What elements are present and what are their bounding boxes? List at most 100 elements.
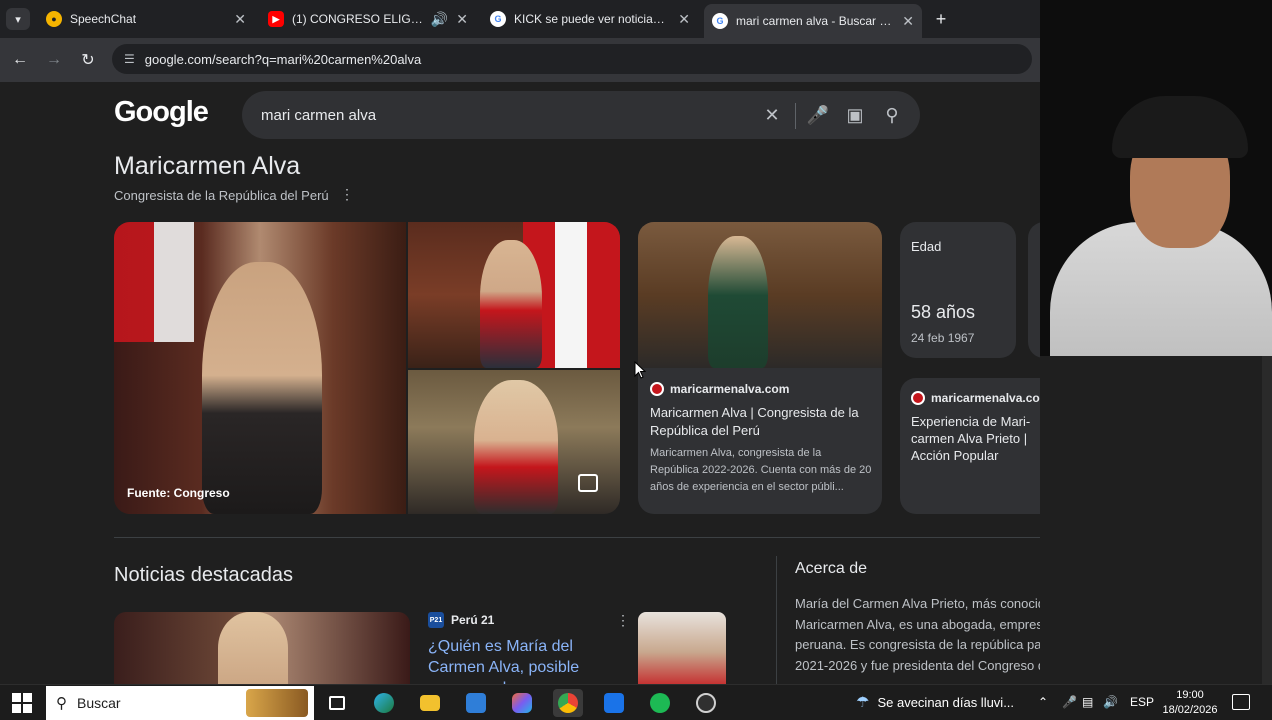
- screen: ▾ ● SpeechChat ✕ ▶ (1) CONGRESO ELIGE AL…: [0, 0, 1272, 720]
- photo-caption: Fuente: Congreso: [127, 486, 230, 500]
- result-thumbnail: [638, 222, 882, 368]
- taskbar-search-input[interactable]: ⚲ Buscar: [46, 686, 314, 720]
- file-explorer-icon[interactable]: [415, 689, 445, 717]
- tab-kick[interactable]: G KICK se puede ver noticias en v ✕: [482, 4, 698, 34]
- close-icon[interactable]: ✕: [902, 13, 914, 30]
- tab-google-search[interactable]: G mari carmen alva - Buscar con G ✕: [704, 4, 922, 38]
- new-tab-button[interactable]: +: [930, 8, 952, 30]
- language-indicator[interactable]: ESP: [1130, 695, 1154, 709]
- volume-icon[interactable]: 🔊: [1103, 695, 1118, 709]
- browser-toolbar: ← → ↻ ☰ google.com/search?q=mari%20carme…: [0, 38, 1040, 82]
- rain-cloud-icon: ☂: [856, 694, 870, 711]
- tab-speechchat[interactable]: ● SpeechChat ✕: [38, 4, 254, 34]
- tab-label: SpeechChat: [70, 12, 137, 26]
- chrome-icon[interactable]: [553, 689, 583, 717]
- age-card[interactable]: Edad 58 años 24 feb 1967: [900, 222, 1016, 358]
- speaker-icon[interactable]: 🔊: [431, 11, 448, 28]
- result-card-experience[interactable]: maricarmenalva.com Experiencia de Mari-c…: [900, 378, 1040, 514]
- network-icon[interactable]: ▤: [1082, 695, 1093, 709]
- address-bar[interactable]: ☰ google.com/search?q=mari%20carmen%20al…: [112, 44, 1032, 74]
- tab-label: KICK se puede ver noticias en v: [514, 12, 671, 26]
- search-results-page: Google mari carmen alva ✕ 🎤 ▣ ⚲ Maricarm…: [0, 82, 1040, 684]
- news-title[interactable]: ¿Quién es María del Carmen Alva, posible…: [428, 636, 632, 684]
- person-image: [218, 612, 288, 684]
- source-label: maricarmenalva.com: [670, 382, 790, 396]
- weather-widget[interactable]: ☂ Se avecinan días lluvi...: [856, 693, 1014, 711]
- tab-search-button[interactable]: ▾: [6, 8, 30, 30]
- person-image: [202, 262, 322, 514]
- peru21-icon: P21: [428, 612, 444, 628]
- google-icon: G: [712, 13, 728, 29]
- system-clock[interactable]: 19:00 18/02/2026: [1158, 688, 1222, 718]
- search-icon[interactable]: ⚲: [880, 103, 904, 127]
- tab-label: (1) CONGRESO ELIGE AL NU: [292, 12, 425, 26]
- store-icon[interactable]: [461, 689, 491, 717]
- reload-button[interactable]: ↻: [76, 48, 100, 72]
- lens-icon[interactable]: ▣: [843, 103, 867, 127]
- result-source: maricarmenalva.com: [911, 391, 1040, 405]
- clock-date: 18/02/2026: [1162, 704, 1218, 716]
- mouse-cursor-icon: [634, 361, 646, 379]
- tab-label: mari carmen alva - Buscar con G: [736, 14, 895, 28]
- edge-icon[interactable]: [369, 689, 399, 717]
- webcam-overlay: [1040, 0, 1272, 356]
- site-settings-icon[interactable]: ☰: [124, 52, 135, 66]
- url-text: google.com/search?q=mari%20carmen%20alva: [144, 51, 422, 67]
- clear-icon[interactable]: ✕: [760, 103, 784, 127]
- site-favicon-icon: [650, 382, 664, 396]
- close-icon[interactable]: ✕: [456, 11, 468, 28]
- scrollbar[interactable]: [1262, 356, 1272, 684]
- back-button[interactable]: ←: [8, 48, 32, 72]
- microphone-icon[interactable]: 🎤: [806, 103, 830, 127]
- next-card-edge[interactable]: [1028, 222, 1040, 358]
- notification-icon[interactable]: [1232, 694, 1250, 710]
- show-hidden-icons-icon[interactable]: ⌃: [1038, 695, 1048, 709]
- person-image: [480, 240, 542, 368]
- search-input[interactable]: mari carmen alva ✕ 🎤 ▣ ⚲: [242, 91, 920, 139]
- obs-icon[interactable]: [691, 689, 721, 717]
- more-options-icon[interactable]: ⋮: [616, 612, 630, 629]
- result-title[interactable]: Experiencia de Mari-carmen Alva Prieto |…: [911, 413, 1040, 464]
- news-source-label: Perú 21: [451, 613, 495, 627]
- search-icon: ⚲: [56, 695, 67, 712]
- taskbar-search-placeholder: Buscar: [77, 695, 121, 711]
- copilot-icon[interactable]: [507, 689, 537, 717]
- windows-taskbar: ⚲ Buscar ☂ Se avecinan días lluvi... ⌃ 🎤…: [0, 684, 1272, 720]
- close-icon[interactable]: ✕: [678, 11, 690, 28]
- forward-button[interactable]: →: [42, 48, 66, 72]
- spotify-icon[interactable]: [645, 689, 675, 717]
- news-image[interactable]: [114, 612, 410, 684]
- tab-youtube[interactable]: ▶ (1) CONGRESO ELIGE AL NU 🔊 ✕: [260, 4, 476, 34]
- close-icon[interactable]: ✕: [234, 11, 246, 28]
- column-divider: [776, 556, 777, 684]
- more-options-icon[interactable]: ⋮: [340, 186, 354, 203]
- search-query: mari carmen alva: [261, 106, 377, 124]
- news-thumbnail[interactable]: [638, 612, 726, 684]
- person-image: [708, 236, 768, 368]
- search-highlight-image: [246, 689, 308, 717]
- weather-text: Se avecinan días lluvi...: [877, 694, 1015, 710]
- youtube-icon: ▶: [268, 11, 284, 27]
- news-heading: Noticias destacadas: [114, 564, 293, 586]
- speechchat-icon: ●: [46, 11, 62, 27]
- clock-time: 19:00: [1176, 689, 1204, 701]
- outlook-icon[interactable]: [599, 689, 629, 717]
- knowledge-panel-subtitle: Congresista de la República del Perú: [114, 188, 329, 203]
- news-source: P21 Perú 21: [428, 612, 494, 628]
- photo-podium[interactable]: [408, 222, 620, 368]
- birth-date: 24 feb 1967: [911, 331, 975, 345]
- image-gallery-icon[interactable]: [578, 474, 598, 492]
- result-title[interactable]: Maricarmen Alva | Congresista de la Repú…: [650, 404, 872, 440]
- main-photo[interactable]: [114, 222, 406, 514]
- result-card-website[interactable]: maricarmenalva.com Maricarmen Alva | Con…: [638, 222, 882, 514]
- flag-image: [114, 222, 194, 342]
- task-view-button[interactable]: [322, 689, 352, 717]
- photo-portrait[interactable]: [408, 370, 620, 514]
- divider: [795, 103, 796, 129]
- google-logo[interactable]: Google: [114, 96, 209, 129]
- windows-start-icon[interactable]: [12, 693, 32, 713]
- result-source: maricarmenalva.com: [650, 382, 789, 396]
- about-text: María del Carmen Alva Prieto, más conoci…: [795, 596, 1040, 673]
- about-heading: Acerca de: [795, 560, 868, 577]
- microphone-icon[interactable]: 🎤: [1062, 695, 1077, 709]
